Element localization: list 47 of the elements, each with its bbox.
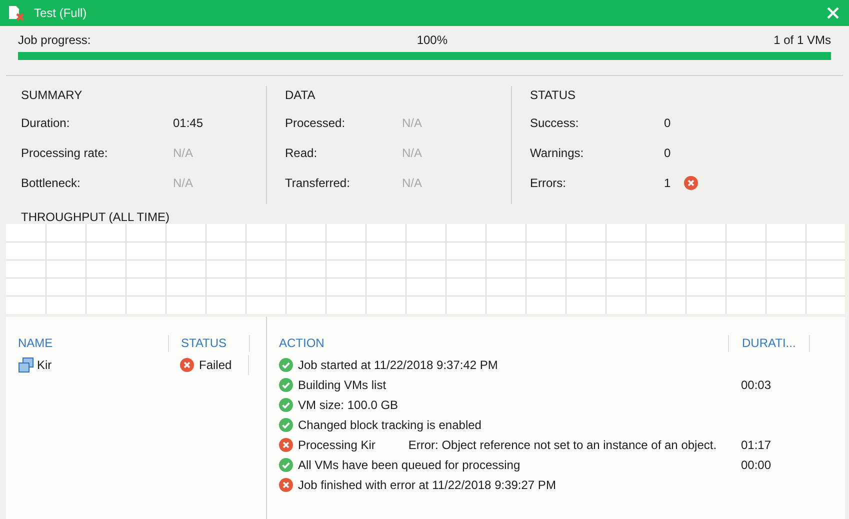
action-duration: 00:03 [740, 378, 772, 392]
close-icon[interactable] [827, 7, 839, 19]
document-error-icon [8, 5, 26, 21]
section-title: STATUS [530, 88, 577, 104]
stat-label: Warnings: [530, 146, 585, 160]
action-duration: 00:00 [740, 458, 772, 472]
stat-value: 01:45 [173, 116, 204, 130]
action-duration: 01:17 [740, 438, 772, 452]
stat-value: 0 [664, 146, 672, 160]
stat-value: N/A [402, 176, 422, 190]
window-title: Test (Full) [34, 6, 88, 20]
stat-value: 1 [664, 176, 672, 190]
stat-value: N/A [173, 146, 194, 160]
stat-value: N/A [402, 146, 422, 160]
stat-label: Processing rate: [21, 146, 109, 160]
vm-row[interactable]: Kir Failed [6, 355, 266, 375]
column-header[interactable]: STATUS [169, 335, 250, 352]
column-header[interactable]: DURATI... [729, 335, 810, 352]
action-text: Building VMs list [298, 378, 386, 392]
stat-label: Read: [285, 146, 318, 160]
stat-value: 0 [664, 116, 672, 130]
column-header[interactable]: ACTION [267, 335, 729, 352]
stat-label: Transferred: [285, 176, 351, 190]
error-message: Error: Object reference not set to an instance of an object. [408, 438, 717, 452]
stat-label: Errors: [530, 176, 567, 190]
action-text: Job started at 11/22/2018 9:37:42 PM [298, 358, 498, 372]
vm-count: 1 of 1 VMs [774, 33, 831, 49]
vm-status: Failed [199, 358, 232, 372]
vm-name: Kir [37, 358, 52, 372]
action-text: Job finished with error at 11/22/2018 9:39:27 PM [298, 478, 556, 492]
stat-label: Success: [530, 116, 580, 130]
action-text: Changed block tracking is enabled [298, 418, 482, 432]
stat-label: Duration: [21, 116, 71, 130]
section-title: DATA [285, 88, 316, 104]
stat-value: N/A [173, 176, 194, 190]
stat-label: Bottleneck: [21, 176, 82, 190]
section-title: SUMMARY [21, 88, 84, 104]
action-text: Processing Kir [298, 438, 376, 452]
section-title: THROUGHPUT (ALL TIME) [20, 210, 170, 224]
stat-label: Processed: [285, 116, 346, 130]
progress-label: Job progress: [18, 33, 91, 49]
action-text: VM size: 100.0 GB [298, 398, 398, 412]
action-text: All VMs have been queued for processing [298, 458, 520, 472]
stat-value: N/A [402, 116, 422, 130]
column-header[interactable]: NAME [6, 335, 169, 352]
progress-percent: 100% [416, 33, 448, 49]
vm-icon [18, 357, 34, 373]
